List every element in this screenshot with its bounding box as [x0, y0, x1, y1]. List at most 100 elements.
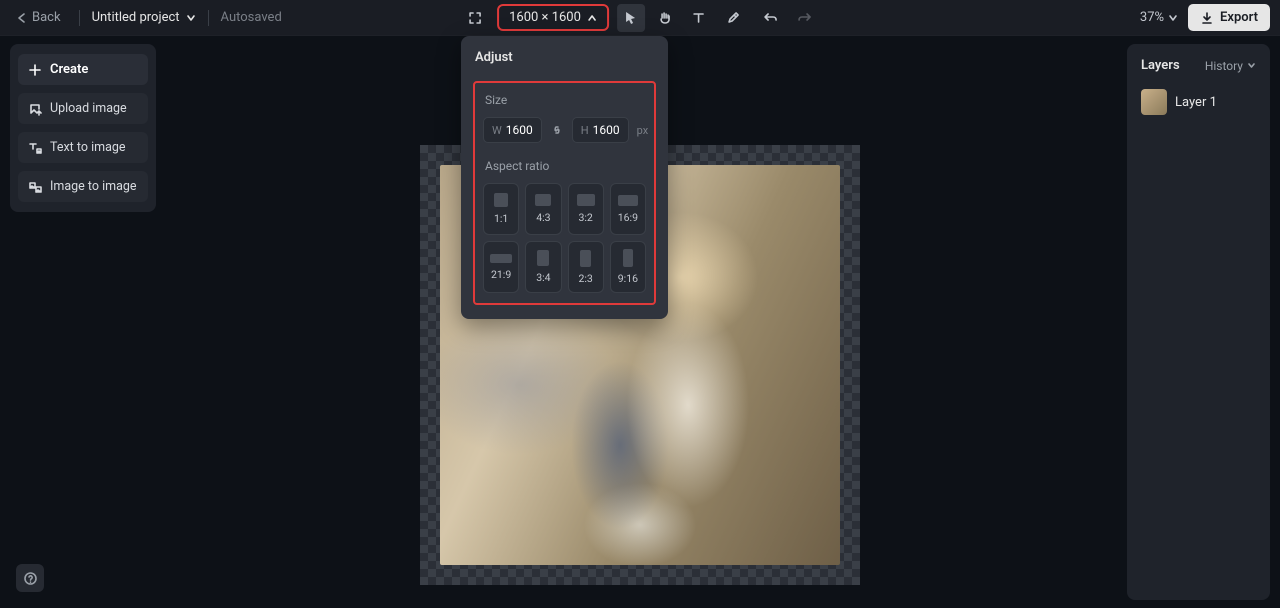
hand-icon [657, 10, 672, 25]
ratio-label: 3:4 [536, 271, 550, 284]
dimensions-label: 1600 × 1600 [509, 10, 581, 25]
height-value: 1600 [593, 123, 620, 137]
export-button[interactable]: Export [1188, 4, 1270, 31]
plus-icon [28, 63, 42, 77]
layer-item[interactable]: Layer 1 [1135, 85, 1262, 119]
history-label: History [1205, 59, 1243, 73]
chevron-left-icon [16, 12, 28, 24]
px-label: px [635, 124, 649, 137]
history-dropdown[interactable]: History [1205, 59, 1256, 73]
adjust-title: Adjust [473, 50, 656, 65]
width-prefix: W [492, 124, 502, 137]
chevron-down-icon [1168, 13, 1178, 23]
chevron-down-icon [186, 13, 196, 23]
undo-icon [763, 10, 778, 25]
width-input[interactable]: W 1600 [483, 117, 542, 143]
top-bar: Back Untitled project Autosaved 1600 × 1… [0, 0, 1280, 36]
zoom-label: 37% [1140, 10, 1164, 25]
upload-image-button[interactable]: Upload image [18, 93, 148, 124]
eyedropper-icon [725, 10, 740, 25]
ratio-shape-icon [490, 254, 512, 263]
redo-button[interactable] [791, 4, 819, 32]
layer-thumbnail [1141, 89, 1167, 115]
ratio-label: 9:16 [618, 272, 638, 285]
ratio-shape-icon [580, 250, 591, 267]
height-input[interactable]: H 1600 [572, 117, 629, 143]
aspect-ratio-grid: 1:1 4:3 3:2 16:9 21:9 3:4 [483, 183, 646, 293]
text-to-image-icon [28, 141, 42, 155]
hand-tool[interactable] [651, 4, 679, 32]
adjust-popover: Adjust Size W 1600 H 1600 px Aspect rati… [461, 36, 668, 319]
dimensions-dropdown[interactable]: 1600 × 1600 [499, 6, 607, 29]
text-icon [691, 10, 706, 25]
ratio-1-1[interactable]: 1:1 [483, 183, 519, 235]
cursor-icon [623, 10, 638, 25]
eyedropper-tool[interactable] [719, 4, 747, 32]
right-panel-header: Layers History [1135, 54, 1262, 85]
left-sidebar: Create Upload image Text to image Image … [10, 44, 156, 212]
create-label: Create [50, 62, 88, 77]
chevron-up-icon [587, 13, 597, 23]
ratio-9-16[interactable]: 9:16 [610, 241, 646, 293]
width-value: 1600 [506, 123, 533, 137]
image-to-image-label: Image to image [50, 179, 137, 194]
help-button[interactable] [16, 564, 44, 592]
ratio-16-9[interactable]: 16:9 [610, 183, 646, 235]
ratio-shape-icon [623, 249, 633, 267]
ratio-label: 1:1 [494, 212, 508, 225]
top-bar-center: 1600 × 1600 [461, 4, 819, 32]
layer-name: Layer 1 [1175, 95, 1217, 110]
image-to-image-icon [28, 180, 42, 194]
ratio-label: 16:9 [618, 211, 638, 224]
text-to-image-button[interactable]: Text to image [18, 132, 148, 163]
create-button[interactable]: Create [18, 54, 148, 85]
adjust-size-section: Size W 1600 H 1600 px Aspect ratio 1:1 [473, 81, 656, 305]
ratio-shape-icon [618, 195, 638, 206]
top-bar-right: 37% Export [1140, 4, 1270, 31]
ratio-label: 21:9 [491, 268, 511, 281]
redo-icon [797, 10, 812, 25]
chevron-down-icon [1247, 61, 1256, 70]
export-label: Export [1220, 10, 1258, 25]
ratio-21-9[interactable]: 21:9 [483, 241, 519, 293]
ratio-shape-icon [494, 193, 508, 207]
ratio-shape-icon [535, 194, 551, 206]
extend-canvas-button[interactable] [461, 4, 489, 32]
link-dimensions-toggle[interactable] [548, 123, 566, 137]
back-button[interactable]: Back [10, 6, 67, 29]
ratio-4-3[interactable]: 4:3 [525, 183, 561, 235]
project-name-dropdown[interactable]: Untitled project [92, 10, 196, 25]
tool-group [617, 4, 747, 32]
aspect-ratio-label: Aspect ratio [483, 159, 646, 173]
back-label: Back [32, 10, 61, 25]
layers-title: Layers [1141, 58, 1180, 73]
download-icon [1200, 11, 1214, 25]
expand-icon [467, 10, 483, 26]
undo-button[interactable] [757, 4, 785, 32]
size-row: W 1600 H 1600 px [483, 117, 646, 143]
size-label: Size [483, 93, 646, 107]
text-tool[interactable] [685, 4, 713, 32]
help-icon [23, 571, 38, 586]
ratio-label: 4:3 [536, 211, 550, 224]
image-to-image-button[interactable]: Image to image [18, 171, 148, 202]
divider [208, 10, 209, 26]
link-icon [550, 123, 564, 137]
project-name: Untitled project [92, 10, 180, 25]
divider [79, 10, 80, 26]
ratio-3-4[interactable]: 3:4 [525, 241, 561, 293]
ratio-label: 2:3 [578, 272, 592, 285]
ratio-label: 3:2 [578, 211, 592, 224]
ratio-2-3[interactable]: 2:3 [568, 241, 604, 293]
height-prefix: H [581, 124, 589, 137]
select-tool[interactable] [617, 4, 645, 32]
upload-image-label: Upload image [50, 101, 127, 116]
right-sidebar: Layers History Layer 1 [1127, 44, 1270, 600]
ratio-shape-icon [577, 194, 595, 206]
autosaved-status: Autosaved [221, 10, 282, 25]
ratio-3-2[interactable]: 3:2 [568, 183, 604, 235]
zoom-dropdown[interactable]: 37% [1140, 10, 1178, 25]
upload-image-icon [28, 102, 42, 116]
history-group [757, 4, 819, 32]
ratio-shape-icon [537, 250, 549, 266]
